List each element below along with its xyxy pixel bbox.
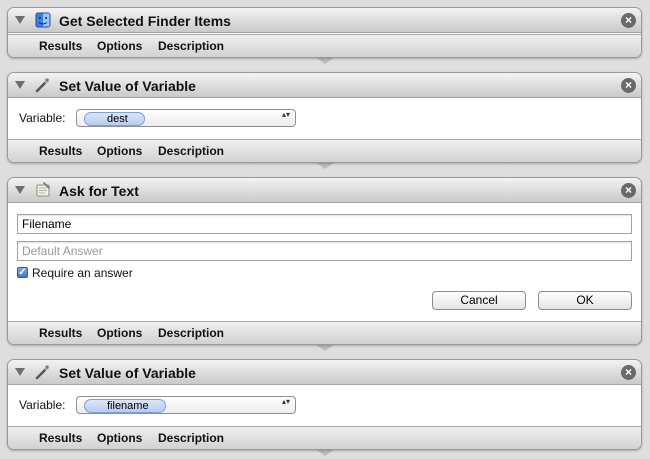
action-title: Set Value of Variable <box>59 365 196 381</box>
action-header[interactable]: Ask for Text × <box>8 178 641 203</box>
disclosure-triangle-icon[interactable] <box>15 16 25 24</box>
close-icon[interactable]: × <box>621 13 636 28</box>
tab-results[interactable]: Results <box>39 431 82 445</box>
action-footer: Results Options Description <box>8 321 641 344</box>
action-footer: Results Options Description <box>8 34 641 57</box>
variable-label: Variable: <box>19 398 66 412</box>
action-header[interactable]: Get Selected Finder Items × <box>8 8 641 33</box>
flow-connector <box>315 162 335 169</box>
action-set-value-of-variable: Set Value of Variable × Variable: dest ▴… <box>7 72 642 163</box>
flow-connector <box>315 344 335 351</box>
question-field[interactable] <box>17 214 632 234</box>
variable-label: Variable: <box>19 111 66 125</box>
variable-popup[interactable]: dest ▴▾ <box>76 109 296 127</box>
tab-options[interactable]: Options <box>97 431 142 445</box>
ask-text-icon <box>36 182 50 197</box>
action-header[interactable]: Set Value of Variable × <box>8 73 641 98</box>
tab-description[interactable]: Description <box>158 326 224 340</box>
close-icon[interactable]: × <box>621 78 636 93</box>
action-ask-for-text: Ask for Text × ✓ Require an answer Cance… <box>7 177 642 345</box>
tab-description[interactable]: Description <box>158 144 224 158</box>
tab-options[interactable]: Options <box>97 144 142 158</box>
disclosure-triangle-icon[interactable] <box>15 81 25 89</box>
ok-button[interactable]: OK <box>538 291 632 310</box>
action-title: Ask for Text <box>59 183 139 199</box>
variable-wand-icon <box>35 77 50 93</box>
flow-connector <box>315 57 335 64</box>
action-footer: Results Options Description <box>8 426 641 449</box>
tab-options[interactable]: Options <box>97 326 142 340</box>
tab-description[interactable]: Description <box>158 39 224 53</box>
disclosure-triangle-icon[interactable] <box>15 368 25 376</box>
action-title: Get Selected Finder Items <box>59 13 231 29</box>
disclosure-triangle-icon[interactable] <box>15 186 25 194</box>
popup-arrows-icon: ▴▾ <box>281 397 290 406</box>
tab-results[interactable]: Results <box>39 144 82 158</box>
flow-connector <box>315 449 335 456</box>
action-header[interactable]: Set Value of Variable × <box>8 360 641 385</box>
require-answer-checkbox[interactable]: ✓ <box>17 267 28 278</box>
tab-options[interactable]: Options <box>97 39 142 53</box>
cancel-button[interactable]: Cancel <box>432 291 526 310</box>
variable-wand-icon <box>35 364 50 380</box>
action-footer: Results Options Description <box>8 139 641 162</box>
action-get-selected-finder-items: Get Selected Finder Items × Results Opti… <box>7 7 642 58</box>
close-icon[interactable]: × <box>621 365 636 380</box>
finder-icon <box>35 12 51 28</box>
variable-token: filename <box>84 399 166 413</box>
default-answer-field[interactable] <box>17 241 632 261</box>
variable-token: dest <box>84 112 145 126</box>
tab-results[interactable]: Results <box>39 39 82 53</box>
variable-popup[interactable]: filename ▴▾ <box>76 396 296 414</box>
action-set-value-of-variable: Set Value of Variable × Variable: filena… <box>7 359 642 450</box>
action-title: Set Value of Variable <box>59 78 196 94</box>
require-answer-label: Require an answer <box>32 266 133 280</box>
tab-description[interactable]: Description <box>158 431 224 445</box>
popup-arrows-icon: ▴▾ <box>281 110 290 119</box>
close-icon[interactable]: × <box>621 183 636 198</box>
tab-results[interactable]: Results <box>39 326 82 340</box>
